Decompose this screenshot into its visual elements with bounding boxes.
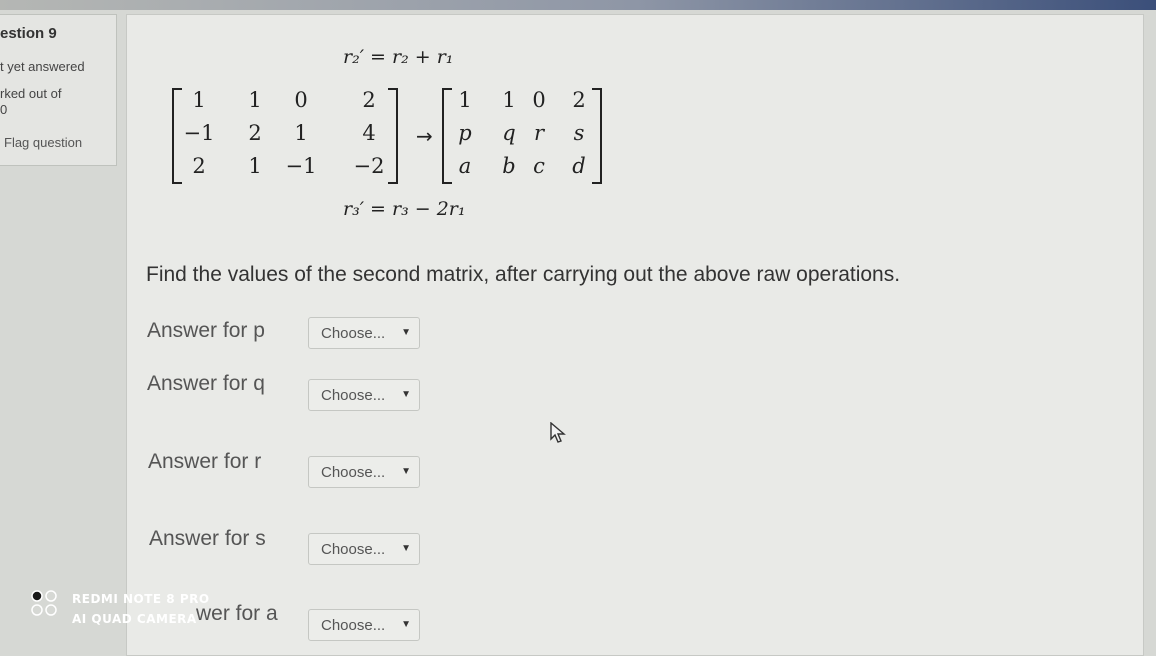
select-value: Choose... bbox=[321, 387, 386, 404]
matrix-right-cell: s bbox=[573, 121, 585, 145]
matrix-right-cell: d bbox=[572, 154, 586, 178]
matrix-left-cell: 2 bbox=[192, 154, 206, 178]
matrix-right-cell: r bbox=[533, 121, 545, 145]
answer-r-label: Answer for r bbox=[148, 450, 262, 473]
row-operation-top: r₂′ = r₂ + r₁ bbox=[343, 46, 454, 68]
matrix-left-cell: 4 bbox=[362, 121, 376, 145]
matrix-left-cell: 1 bbox=[294, 121, 308, 145]
matrix-right-cell: p bbox=[458, 121, 472, 145]
matrix-left-cell: 1 bbox=[248, 88, 262, 112]
matrix-left-bracket-close bbox=[388, 88, 398, 184]
marked-out-of: rked out of 0 bbox=[0, 86, 61, 118]
matrix-right-cell: a bbox=[458, 154, 472, 178]
quad-camera-logo-icon bbox=[31, 590, 57, 616]
dropdown-caret-icon: ▼ bbox=[401, 389, 411, 400]
answer-s-label: Answer for s bbox=[149, 527, 266, 550]
matrix-right-cell: 2 bbox=[572, 88, 586, 112]
question-info-panel: estion 9 t yet answered rked out of 0 Fl… bbox=[0, 14, 117, 166]
dropdown-caret-icon: ▼ bbox=[401, 466, 411, 477]
marked-label: rked out of bbox=[0, 86, 62, 101]
answer-q-label: Answer for q bbox=[147, 372, 265, 395]
select-value: Choose... bbox=[321, 541, 386, 558]
answer-p-label: Answer for p bbox=[147, 319, 265, 342]
matrix-left-bracket-open bbox=[172, 88, 182, 184]
row-operation-bottom: r₃′ = r₃ − 2r₁ bbox=[343, 198, 466, 220]
select-value: Choose... bbox=[321, 325, 386, 342]
question-text: Find the values of the second matrix, af… bbox=[146, 263, 901, 286]
select-value: Choose... bbox=[321, 464, 386, 481]
answer-s-select[interactable]: Choose... ▼ bbox=[308, 533, 420, 565]
watermark-line-2: AI QUAD CAMERA bbox=[72, 612, 197, 626]
select-value: Choose... bbox=[321, 617, 386, 634]
matrix-left-cell: −2 bbox=[353, 154, 385, 178]
matrix-left-cell: −1 bbox=[183, 121, 215, 145]
answer-q-select[interactable]: Choose... ▼ bbox=[308, 379, 420, 411]
matrix-left: 1 1 0 2 −1 2 1 4 2 1 −1 −2 bbox=[168, 88, 398, 188]
answer-p-select[interactable]: Choose... ▼ bbox=[308, 317, 420, 349]
question-label-text: estion bbox=[0, 25, 45, 42]
dropdown-caret-icon: ▼ bbox=[401, 327, 411, 338]
matrix-left-cell: 1 bbox=[192, 88, 206, 112]
matrix-left-cell: 2 bbox=[248, 121, 262, 145]
flag-question-link[interactable]: Flag question bbox=[4, 135, 82, 150]
question-number: 9 bbox=[48, 25, 57, 42]
dropdown-caret-icon: ▼ bbox=[401, 543, 411, 554]
browser-top-bar bbox=[0, 0, 1156, 10]
matrix-left-cell: 1 bbox=[248, 154, 262, 178]
matrix-right-cell: c bbox=[533, 154, 545, 178]
matrix-right-cell: 0 bbox=[532, 88, 546, 112]
mouse-cursor-icon bbox=[550, 422, 566, 443]
answer-a-select[interactable]: Choose... ▼ bbox=[308, 609, 420, 641]
matrix-left-cell: −1 bbox=[285, 154, 317, 178]
matrix-right-cell: b bbox=[502, 154, 516, 178]
matrix-right: 1 1 0 2 p q r s a b c d bbox=[440, 88, 610, 188]
dropdown-caret-icon: ▼ bbox=[401, 619, 411, 630]
watermark-line-1: REDMI NOTE 8 PRO bbox=[72, 592, 210, 606]
answer-r-select[interactable]: Choose... ▼ bbox=[308, 456, 420, 488]
arrow-icon: → bbox=[416, 124, 433, 148]
matrix-left-cell: 2 bbox=[362, 88, 376, 112]
matrix-right-cell: q bbox=[502, 121, 516, 145]
marked-value: 0 bbox=[0, 102, 8, 117]
question-number-label: estion 9 bbox=[0, 25, 57, 42]
matrix-right-cell: 1 bbox=[502, 88, 516, 112]
matrix-right-cell: 1 bbox=[458, 88, 472, 112]
matrix-left-cell: 0 bbox=[294, 88, 308, 112]
question-status: t yet answered bbox=[0, 59, 85, 74]
